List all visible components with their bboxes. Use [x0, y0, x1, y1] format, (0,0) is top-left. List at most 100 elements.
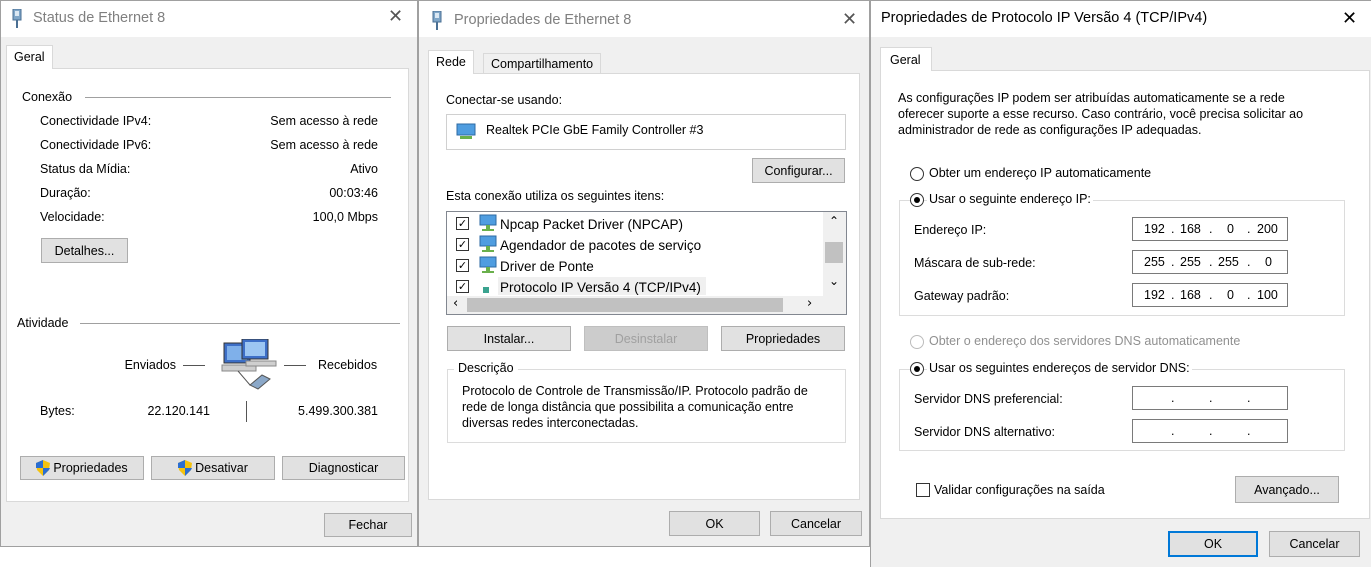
close-icon[interactable]: ✕: [1342, 10, 1357, 28]
item-checkbox[interactable]: ✓: [456, 217, 469, 230]
sent-label: Enviados: [124, 358, 176, 372]
speed-value: 100,0 Mbps: [312, 210, 378, 224]
scroll-up-icon[interactable]: ⌃: [829, 214, 839, 228]
ok-button[interactable]: OK: [1168, 531, 1258, 557]
advanced-button[interactable]: Avançado...: [1235, 476, 1339, 503]
duration-label: Duração:: [40, 186, 91, 200]
network-component-icon: [479, 214, 497, 231]
network-component-icon: [479, 256, 497, 273]
ipv4-label: Conectividade IPv4:: [40, 114, 152, 128]
ip-dot: .: [1209, 424, 1213, 438]
items-label: Esta conexão utiliza os seguintes itens:: [446, 189, 665, 203]
scroll-down-icon[interactable]: ⌄: [829, 274, 839, 288]
items-listbox[interactable]: ✓ Npcap Packet Driver (NPCAP) ✓ Agendado…: [446, 211, 847, 315]
protocol-icon: [483, 287, 489, 293]
item-checkbox[interactable]: ✓: [456, 259, 469, 272]
ip-dot: .: [1209, 391, 1213, 405]
tab-compartilhamento[interactable]: Compartilhamento: [483, 53, 602, 74]
media-status-value: Ativo: [350, 162, 378, 176]
scroll-right-icon[interactable]: ›: [807, 296, 812, 311]
ip-dot: .: [1171, 288, 1175, 302]
scrollbar-thumb[interactable]: [825, 242, 843, 263]
uninstall-button[interactable]: Desinstalar: [584, 326, 708, 351]
bytes-sent-value: 22.120.141: [147, 404, 210, 418]
ipv6-label: Conectividade IPv6:: [40, 138, 152, 152]
ip-dot: .: [1247, 288, 1251, 302]
disable-button[interactable]: Desativar: [151, 456, 275, 480]
gateway-field[interactable]: 192 . 168 . 0 . 100: [1132, 283, 1288, 307]
auto-ip-label[interactable]: Obter um endereço IP automaticamente: [929, 166, 1151, 180]
adapter-name: Realtek PCIe GbE Family Controller #3: [486, 123, 704, 137]
cancel-button[interactable]: Cancelar: [1269, 531, 1360, 557]
bytes-separator: [246, 401, 247, 422]
manual-ip-radio[interactable]: [910, 193, 924, 207]
status-panel: Conexão Conectividade IPv4: Sem acesso à…: [6, 68, 409, 502]
properties-button[interactable]: Propriedades: [721, 326, 845, 351]
close-icon[interactable]: ✕: [842, 11, 857, 29]
dns-preferred-field[interactable]: . . .: [1132, 386, 1288, 410]
scroll-left-icon[interactable]: ‹: [453, 296, 458, 311]
ip-dot: .: [1209, 288, 1213, 302]
details-button[interactable]: Detalhes...: [41, 238, 128, 263]
ipv6-value: Sem acesso à rede: [270, 138, 378, 152]
item-label[interactable]: Driver de Ponte: [500, 259, 594, 274]
cancel-button[interactable]: Cancelar: [770, 511, 862, 536]
item-checkbox[interactable]: ✓: [456, 280, 469, 293]
close-icon[interactable]: ✕: [388, 8, 403, 26]
validate-label[interactable]: Validar configurações na saída: [934, 483, 1105, 497]
auto-dns-radio[interactable]: [910, 335, 924, 349]
tab-rede[interactable]: Rede: [428, 50, 474, 74]
item-label[interactable]: Agendador de pacotes de serviço: [500, 238, 701, 253]
mask-octet: 255: [1144, 255, 1165, 269]
ip-octet: 200: [1257, 222, 1278, 236]
item-label[interactable]: Protocolo IP Versão 4 (TCP/IPv4): [500, 280, 701, 295]
dns-preferred-label: Servidor DNS preferencial:: [914, 392, 1063, 406]
uac-shield-icon: [36, 460, 51, 476]
ip-octet: 168: [1180, 222, 1201, 236]
tab-geral[interactable]: Geral: [880, 47, 932, 71]
ipv4-panel: As configurações IP podem ser atribuídas…: [880, 70, 1370, 519]
sent-line: [183, 365, 205, 366]
ipv4-titlebar[interactable]: Propriedades de Protocolo IP Versão 4 (T…: [871, 1, 1371, 37]
item-checkbox[interactable]: ✓: [456, 238, 469, 251]
ip-dot: .: [1247, 424, 1251, 438]
subnet-mask-field[interactable]: 255 . 255 . 255 . 0: [1132, 250, 1288, 274]
ip-dot: .: [1171, 391, 1175, 405]
intro-text: As configurações IP podem ser atribuídas…: [898, 91, 1304, 137]
validate-checkbox[interactable]: [916, 483, 930, 497]
adapter-field: Realtek PCIe GbE Family Controller #3: [446, 114, 846, 150]
eth-titlebar[interactable]: Propriedades de Ethernet 8 ✕: [419, 1, 869, 37]
manual-dns-label[interactable]: Usar os seguintes endereços de servidor …: [927, 361, 1192, 375]
manual-ip-label[interactable]: Usar o seguinte endereço IP:: [927, 192, 1093, 206]
tab-geral[interactable]: Geral: [6, 45, 53, 69]
auto-dns-label[interactable]: Obter o endereço dos servidores DNS auto…: [929, 334, 1240, 348]
close-button[interactable]: Fechar: [324, 513, 412, 537]
scrollbar-thumb[interactable]: [467, 298, 783, 312]
auto-ip-radio[interactable]: [910, 167, 924, 181]
gateway-label: Gateway padrão:: [914, 289, 1010, 303]
properties-button[interactable]: Propriedades: [20, 456, 144, 480]
ipv4-value: Sem acesso à rede: [270, 114, 378, 128]
mask-octet: 0: [1265, 255, 1272, 269]
properties-button-label: Propriedades: [53, 461, 128, 475]
configure-button[interactable]: Configurar...: [752, 158, 845, 183]
ip-dot: .: [1171, 424, 1175, 438]
gateway-octet: 0: [1227, 288, 1234, 302]
status-titlebar[interactable]: Status de Ethernet 8 ✕: [1, 1, 417, 37]
vertical-scrollbar[interactable]: ⌃ ⌄: [823, 212, 846, 296]
manual-dns-radio[interactable]: [910, 362, 924, 376]
horizontal-scrollbar[interactable]: ‹ ›: [447, 296, 823, 314]
item-label[interactable]: Npcap Packet Driver (NPCAP): [500, 217, 683, 232]
ok-button[interactable]: OK: [669, 511, 760, 536]
activity-section-label: Atividade: [17, 316, 69, 330]
install-button[interactable]: Instalar...: [447, 326, 571, 351]
description-label: Descrição: [454, 361, 518, 375]
connection-section-label: Conexão: [22, 90, 73, 104]
status-window: Status de Ethernet 8 ✕ Geral Conexão Con…: [0, 0, 418, 547]
uac-shield-icon: [178, 460, 193, 476]
diagnose-button[interactable]: Diagnosticar: [282, 456, 405, 480]
ip-address-field[interactable]: 192 . 168 . 0 . 200: [1132, 217, 1288, 241]
network-card-icon: [456, 123, 476, 139]
dns-alternate-field[interactable]: . . .: [1132, 419, 1288, 443]
description-text: Protocolo de Controle de Transmissão/IP.…: [462, 384, 808, 430]
